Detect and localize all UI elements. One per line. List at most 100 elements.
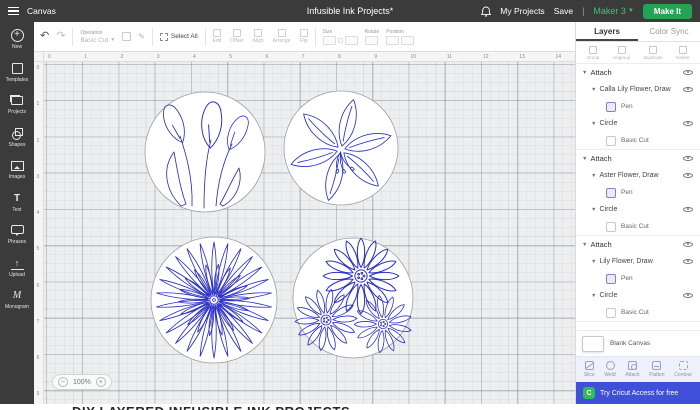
canvas-object-daisies[interactable] <box>292 237 414 359</box>
select-all-button[interactable]: Select All <box>159 32 198 41</box>
layer-row[interactable]: ▼ Aster Flower, Draw <box>576 167 700 184</box>
layers-list: ▼ Attach ▼ Calla Lily Flower, Draw Pen ▼ Circl… <box>576 64 700 330</box>
layers-actions-bar: Group Ungroup Duplicate Delete <box>576 42 700 64</box>
visibility-eye-icon[interactable] <box>683 171 693 181</box>
weld-label: Weld <box>604 371 616 378</box>
contour-button[interactable]: Contour <box>674 361 692 378</box>
undo-icon[interactable]: ↶ <box>40 31 49 42</box>
chevron-down-icon: ▼ <box>627 8 634 14</box>
ruler-number: 7 <box>301 54 305 60</box>
edit-button[interactable]: Edit <box>212 28 221 44</box>
basic-cut-swatch <box>606 307 616 318</box>
save-link[interactable]: Save <box>554 6 573 16</box>
align-icon <box>254 28 263 37</box>
menu-icon[interactable] <box>8 7 19 15</box>
ruler-number: 3 <box>36 173 40 180</box>
flatten-button[interactable]: Flatten <box>649 361 665 378</box>
zoom-out-button[interactable]: − <box>58 377 68 387</box>
sidebar-item-text[interactable]: Text <box>0 192 34 213</box>
ruler-number: 8 <box>36 355 40 361</box>
chevron-down-icon: ▼ <box>591 120 597 127</box>
visibility-eye-icon[interactable] <box>683 85 693 95</box>
layer-operation-row[interactable]: Pen <box>576 184 700 201</box>
sidebar-item-new[interactable]: New <box>0 29 34 50</box>
delete-button[interactable]: Delete <box>676 45 689 60</box>
color-swatch[interactable] <box>122 32 132 41</box>
canvas-object-calla-lily[interactable] <box>144 91 266 213</box>
canvas-menu-label[interactable]: Canvas <box>27 6 56 16</box>
sidebar-item-shapes[interactable]: Shapes <box>0 127 34 148</box>
attach-group-header[interactable]: ▼ Attach <box>576 236 700 253</box>
sidebar-item-images[interactable]: Images <box>0 159 34 180</box>
visibility-eye-icon[interactable] <box>683 257 693 267</box>
tab-color-sync[interactable]: Color Sync <box>638 22 700 41</box>
layer-operation-row[interactable]: Pen <box>576 270 700 287</box>
sidebar-item-upload[interactable]: Upload <box>0 257 34 278</box>
duplicate-button[interactable]: Duplicate <box>644 45 663 60</box>
arrange-label: Arrange <box>272 38 291 45</box>
visibility-eye-icon[interactable] <box>683 119 693 129</box>
ruler-number: 9 <box>36 391 40 398</box>
machine-selector[interactable]: Maker 3 ▼ <box>593 6 633 16</box>
toolbar-divider <box>151 27 153 46</box>
sidebar-item-templates[interactable]: Templates <box>0 62 34 83</box>
pen-tool-icon[interactable]: ✎ <box>138 32 145 41</box>
group-button[interactable]: Group <box>587 45 599 60</box>
sidebar-item-monogram[interactable]: Monogram <box>0 289 34 310</box>
canvas-object-aster[interactable] <box>150 236 278 364</box>
layer-row[interactable]: ▼ Circle <box>576 115 700 132</box>
design-canvas[interactable]: − 100% + <box>44 62 575 404</box>
ungroup-label: Ungroup <box>612 54 631 60</box>
clipped-caption: DIY LAYERED INFUSIBLE INK PROJECTS <box>0 404 700 410</box>
rotate-field[interactable] <box>364 35 378 45</box>
attach-group-header[interactable]: ▼ Attach <box>576 64 700 81</box>
visibility-eye-icon[interactable] <box>683 205 693 215</box>
visibility-eye-icon[interactable] <box>683 291 693 301</box>
lock-icon[interactable] <box>337 37 343 43</box>
align-button[interactable]: Align <box>253 28 264 44</box>
cricut-access-promo[interactable]: C Try Cricut Access for free <box>576 382 700 404</box>
notifications-bell-icon[interactable] <box>481 6 492 17</box>
layer-row[interactable]: ▼ Circle <box>576 287 700 304</box>
arrange-button[interactable]: Arrange <box>272 28 291 45</box>
sidebar-item-projects[interactable]: Projects <box>0 94 34 115</box>
ruler-number: 3 <box>156 54 160 60</box>
operation-dropdown[interactable]: Operation Basic Cut ▼ <box>80 30 115 44</box>
visibility-eye-icon[interactable] <box>683 240 693 250</box>
flatten-icon <box>652 361 662 371</box>
tab-layers[interactable]: Layers <box>576 22 638 41</box>
flip-button[interactable]: Flip <box>299 28 308 44</box>
layer-row[interactable]: ▼ Lily Flower, Draw <box>576 253 700 270</box>
visibility-eye-icon[interactable] <box>683 154 693 164</box>
make-it-button[interactable]: Make It <box>642 3 692 19</box>
redo-icon[interactable]: ↷ <box>56 31 65 42</box>
position-y-field[interactable] <box>401 35 415 45</box>
blank-canvas-row[interactable]: Blank Canvas <box>576 330 700 356</box>
layer-row[interactable]: ▼ Circle <box>576 201 700 218</box>
width-field[interactable] <box>322 35 336 45</box>
zoom-in-button[interactable]: + <box>95 377 106 387</box>
my-projects-link[interactable]: My Projects <box>500 6 544 16</box>
sidebar-item-phrases[interactable]: Phrases <box>0 224 34 245</box>
attach-group-header[interactable]: ▼ Attach <box>576 150 700 167</box>
height-field[interactable] <box>344 35 358 45</box>
layer-row[interactable]: ▼ Calla Lily Flower, Draw <box>576 81 700 98</box>
sidebar-item-label: Text <box>12 206 22 213</box>
layer-name: Circle <box>599 292 618 299</box>
layer-operation-row[interactable]: Basic Cut <box>576 304 700 321</box>
position-x-field[interactable] <box>386 35 400 45</box>
attach-label: Attach <box>590 68 612 77</box>
visibility-eye-icon[interactable] <box>683 68 693 78</box>
ungroup-button[interactable]: Ungroup <box>612 45 631 60</box>
weld-button[interactable]: Weld <box>604 361 616 378</box>
slice-button[interactable]: Slice <box>584 361 595 378</box>
layer-operation-row[interactable]: Pen <box>576 98 700 115</box>
canvas-object-lily[interactable] <box>281 88 401 213</box>
attach-label: Attach <box>590 154 612 163</box>
layer-operation-row[interactable]: Basic Cut <box>576 218 700 235</box>
operation-name: Basic Cut <box>621 223 649 230</box>
offset-button[interactable]: Offset <box>230 28 244 44</box>
edit-icon <box>212 28 221 37</box>
attach-button[interactable]: Attach <box>625 361 640 378</box>
layer-operation-row[interactable]: Basic Cut <box>576 132 700 149</box>
